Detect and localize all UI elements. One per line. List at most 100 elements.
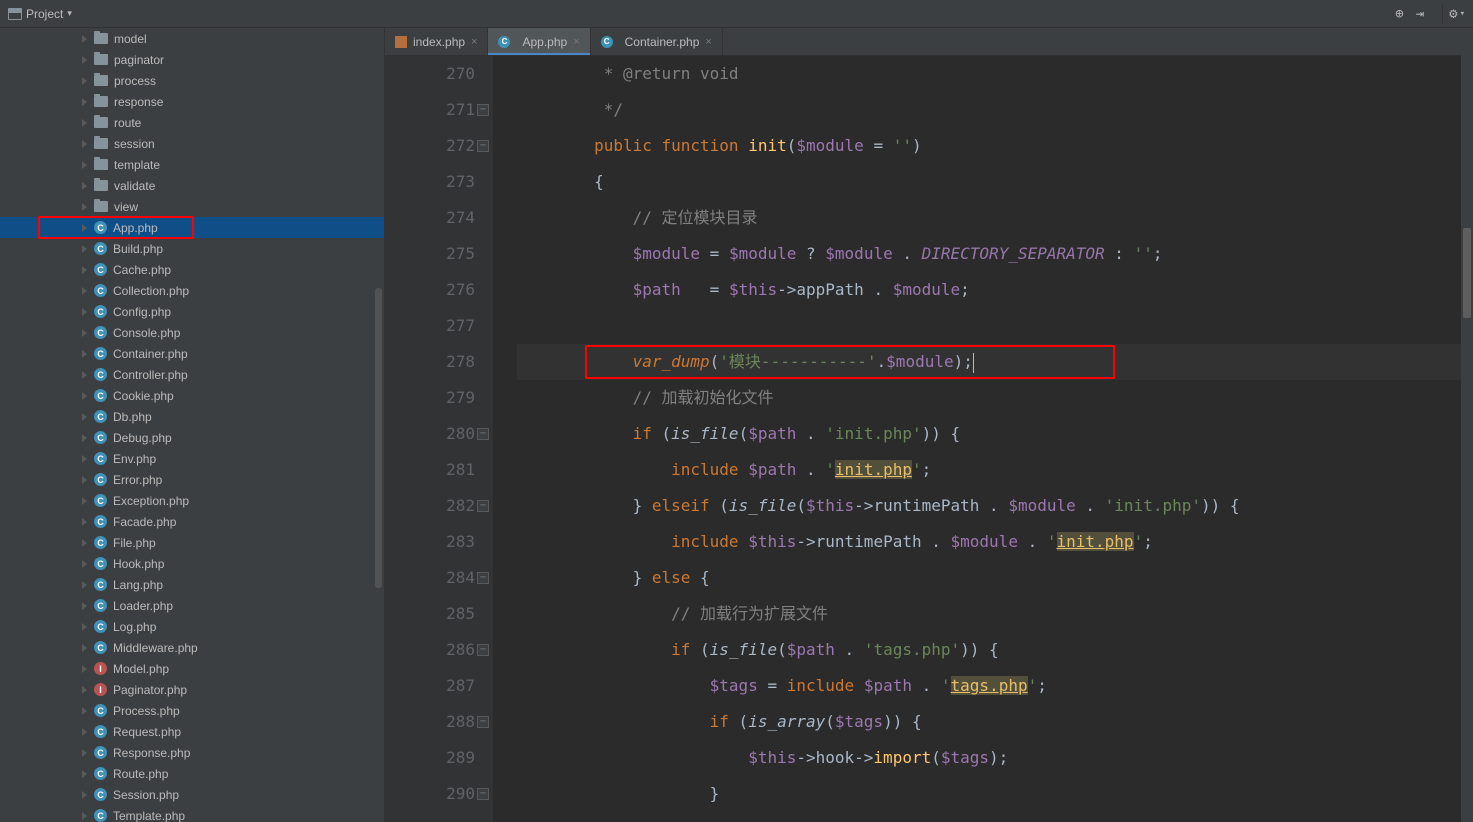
tree-file[interactable]: App.php bbox=[0, 217, 384, 238]
fold-marker-icon[interactable] bbox=[477, 104, 489, 116]
code-line[interactable]: if (is_file($path . 'tags.php')) { bbox=[517, 632, 1473, 668]
tree-arrow-icon[interactable] bbox=[78, 705, 90, 717]
tree-file[interactable]: Collection.php bbox=[0, 280, 384, 301]
tree-file[interactable]: Route.php bbox=[0, 763, 384, 784]
tree-file[interactable]: Console.php bbox=[0, 322, 384, 343]
tree-file[interactable]: Env.php bbox=[0, 448, 384, 469]
project-dropdown[interactable]: Project ▾ bbox=[8, 7, 72, 21]
project-tree-panel[interactable]: modelpaginatorprocessresponseroutesessio… bbox=[0, 28, 385, 822]
tree-arrow-icon[interactable] bbox=[78, 348, 90, 360]
tree-file[interactable]: Build.php bbox=[0, 238, 384, 259]
gutter-line[interactable]: 284 bbox=[385, 560, 475, 596]
tree-file[interactable]: Template.php bbox=[0, 805, 384, 822]
gutter-line[interactable]: 276 bbox=[385, 272, 475, 308]
code-line[interactable]: } bbox=[517, 812, 1473, 822]
tree-file[interactable]: Error.php bbox=[0, 469, 384, 490]
code-line[interactable]: */ bbox=[517, 92, 1473, 128]
tree-folder[interactable]: view bbox=[0, 196, 384, 217]
code-line[interactable]: } bbox=[517, 776, 1473, 812]
tree-arrow-icon[interactable] bbox=[78, 390, 90, 402]
code-line[interactable]: { bbox=[517, 164, 1473, 200]
tree-file[interactable]: Paginator.php bbox=[0, 679, 384, 700]
tree-folder[interactable]: response bbox=[0, 91, 384, 112]
fold-marker-icon[interactable] bbox=[477, 788, 489, 800]
code-editor[interactable]: 2702712722732742752762772782792802812822… bbox=[385, 56, 1473, 822]
tree-file[interactable]: Debug.php bbox=[0, 427, 384, 448]
tree-arrow-icon[interactable] bbox=[78, 642, 90, 654]
scrollbar[interactable] bbox=[1461, 28, 1473, 822]
tree-arrow-icon[interactable] bbox=[78, 75, 90, 87]
tree-file[interactable]: Model.php bbox=[0, 658, 384, 679]
tree-arrow-icon[interactable] bbox=[78, 96, 90, 108]
tree-file[interactable]: Request.php bbox=[0, 721, 384, 742]
tree-file[interactable]: Config.php bbox=[0, 301, 384, 322]
tree-arrow-icon[interactable] bbox=[78, 369, 90, 381]
gear-icon[interactable]: ⚙ bbox=[1449, 6, 1457, 22]
tree-arrow-icon[interactable] bbox=[78, 180, 90, 192]
code-line[interactable]: $module = $module ? $module . DIRECTORY_… bbox=[517, 236, 1473, 272]
code-line[interactable]: * @return void bbox=[517, 56, 1473, 92]
tree-arrow-icon[interactable] bbox=[78, 117, 90, 129]
gutter-line[interactable]: 289 bbox=[385, 740, 475, 776]
tree-folder[interactable]: model bbox=[0, 28, 384, 49]
gutter-line[interactable]: 288 bbox=[385, 704, 475, 740]
code-line[interactable]: } else { bbox=[517, 560, 1473, 596]
tree-arrow-icon[interactable] bbox=[78, 264, 90, 276]
tree-arrow-icon[interactable] bbox=[78, 747, 90, 759]
chevron-down-icon[interactable]: ▾ bbox=[1460, 9, 1465, 19]
tree-arrow-icon[interactable] bbox=[78, 222, 90, 234]
tree-arrow-icon[interactable] bbox=[78, 768, 90, 780]
tree-file[interactable]: Session.php bbox=[0, 784, 384, 805]
tree-arrow-icon[interactable] bbox=[78, 411, 90, 423]
close-icon[interactable]: × bbox=[573, 36, 579, 48]
tree-arrow-icon[interactable] bbox=[78, 432, 90, 444]
gutter-line[interactable]: 285 bbox=[385, 596, 475, 632]
code-line[interactable]: public function init($module = '') bbox=[517, 128, 1473, 164]
tree-arrow-icon[interactable] bbox=[78, 327, 90, 339]
tree-arrow-icon[interactable] bbox=[78, 54, 90, 66]
tree-arrow-icon[interactable] bbox=[78, 537, 90, 549]
tree-folder[interactable]: template bbox=[0, 154, 384, 175]
gutter-line[interactable]: 281 bbox=[385, 452, 475, 488]
tree-arrow-icon[interactable] bbox=[78, 285, 90, 297]
editor-tab[interactable]: App.php× bbox=[488, 28, 590, 55]
tree-file[interactable]: Cookie.php bbox=[0, 385, 384, 406]
tree-file[interactable]: Exception.php bbox=[0, 490, 384, 511]
tree-arrow-icon[interactable] bbox=[78, 201, 90, 213]
code-line[interactable]: $path = $this->appPath . $module; bbox=[517, 272, 1473, 308]
fold-marker-icon[interactable] bbox=[477, 716, 489, 728]
fold-marker-icon[interactable] bbox=[477, 572, 489, 584]
tree-arrow-icon[interactable] bbox=[78, 33, 90, 45]
tree-file[interactable]: Lang.php bbox=[0, 574, 384, 595]
editor-tab[interactable]: Container.php× bbox=[591, 28, 723, 55]
code-line[interactable]: if (is_file($path . 'init.php')) { bbox=[517, 416, 1473, 452]
gutter-line[interactable]: 273 bbox=[385, 164, 475, 200]
tree-folder[interactable]: route bbox=[0, 112, 384, 133]
close-icon[interactable]: × bbox=[471, 36, 477, 48]
tree-file[interactable]: Controller.php bbox=[0, 364, 384, 385]
tree-arrow-icon[interactable] bbox=[78, 684, 90, 696]
tree-arrow-icon[interactable] bbox=[78, 516, 90, 528]
tree-arrow-icon[interactable] bbox=[78, 243, 90, 255]
gutter-line[interactable]: 271 bbox=[385, 92, 475, 128]
gutter-line[interactable]: 275 bbox=[385, 236, 475, 272]
tree-folder[interactable]: validate bbox=[0, 175, 384, 196]
tree-arrow-icon[interactable] bbox=[78, 600, 90, 612]
tree-file[interactable]: Container.php bbox=[0, 343, 384, 364]
tree-file[interactable]: Log.php bbox=[0, 616, 384, 637]
gutter-line[interactable]: 279 bbox=[385, 380, 475, 416]
tree-folder[interactable]: session bbox=[0, 133, 384, 154]
gutter-line[interactable]: 286 bbox=[385, 632, 475, 668]
tree-file[interactable]: Process.php bbox=[0, 700, 384, 721]
fold-marker-icon[interactable] bbox=[477, 500, 489, 512]
target-icon[interactable]: ⊕ bbox=[1395, 6, 1403, 22]
gutter-line[interactable]: 278 bbox=[385, 344, 475, 380]
tree-arrow-icon[interactable] bbox=[78, 558, 90, 570]
tree-arrow-icon[interactable] bbox=[78, 474, 90, 486]
fold-marker-icon[interactable] bbox=[477, 140, 489, 152]
code-content[interactable]: * @return void */ public function init($… bbox=[493, 56, 1473, 822]
gutter-line[interactable]: 290 bbox=[385, 776, 475, 812]
code-line[interactable]: // 定位模块目录 bbox=[517, 200, 1473, 236]
tree-arrow-icon[interactable] bbox=[78, 453, 90, 465]
gutter-line[interactable]: 283 bbox=[385, 524, 475, 560]
